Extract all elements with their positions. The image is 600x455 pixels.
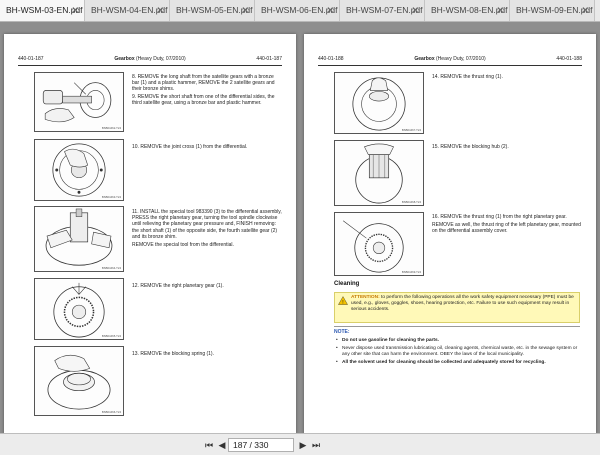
close-icon[interactable]: ✕ bbox=[411, 5, 419, 16]
tab-bh-wsm-06[interactable]: BH-WSM-06-EN.pdf ✕ bbox=[255, 0, 340, 21]
step-8-text: 8. REMOVE the long shaft from the satell… bbox=[132, 74, 275, 107]
pdf-page-right: 440-01-188 Gearbox (Heavy Duty, 07/2010)… bbox=[304, 34, 596, 433]
figure-code: BSB04462-T24 bbox=[101, 126, 121, 130]
last-page-icon[interactable]: ⏭ bbox=[311, 438, 321, 452]
figure-code: BSB04468-T24 bbox=[401, 200, 421, 204]
tab-bh-wsm-08[interactable]: BH-WSM-08-EN.pdf ✕ bbox=[425, 0, 510, 21]
close-icon[interactable]: ✕ bbox=[496, 5, 504, 16]
figure-code: BSB04466-T24 bbox=[101, 410, 121, 414]
figure-blocking-spring: BSB04466-T24 bbox=[34, 346, 124, 416]
svg-text:!: ! bbox=[342, 300, 343, 305]
tab-bh-wsm-09[interactable]: BH-WSM-09-EN.pdf ✕ bbox=[510, 0, 595, 21]
tab-bh-wsm-04[interactable]: BH-WSM-04-EN.pdf ✕ bbox=[85, 0, 170, 21]
figure-special-tool: BSB04464-T24 bbox=[34, 206, 124, 272]
note-label: NOTE: bbox=[334, 329, 350, 335]
page-number-input[interactable]: 187 / 330 bbox=[228, 438, 294, 452]
step-14-text: 14. REMOVE the thrust ring (1). bbox=[432, 74, 503, 80]
note-item: All the solvent used for cleaning should… bbox=[334, 360, 580, 366]
close-icon[interactable]: ✕ bbox=[241, 5, 249, 16]
figure-code: BSB04465-T24 bbox=[101, 334, 121, 338]
figure-thrust-ring: BSB04467-T24 bbox=[334, 72, 424, 134]
document-viewport[interactable]: 440-01-187 Gearbox (Heavy Duty, 07/2010)… bbox=[0, 22, 600, 433]
step-12-text: 12. REMOVE the right planetary gear (1). bbox=[132, 283, 224, 289]
page-header: 440-01-187 Gearbox (Heavy Duty, 07/2010)… bbox=[18, 56, 282, 66]
figure-thrust-ring-planetary: BSB04469-T24 bbox=[334, 212, 424, 276]
step-11-text: 11. INSTALL the special tool 983390 (3) … bbox=[132, 209, 282, 248]
first-page-icon[interactable]: ⏮ bbox=[204, 438, 214, 452]
step-10-text: 10. REMOVE the joint cross (1) from the … bbox=[132, 144, 248, 150]
tab-bh-wsm-05[interactable]: BH-WSM-05-EN.pdf ✕ bbox=[170, 0, 255, 21]
note-item: Do not use gasoline for cleaning the par… bbox=[334, 338, 580, 344]
note-item: Never dispose used transmission lubricat… bbox=[334, 346, 580, 358]
page-number-right: 440-01-187 bbox=[256, 56, 282, 62]
tab-bh-wsm-03[interactable]: BH-WSM-03-EN.pdf ✕ bbox=[0, 0, 85, 21]
tab-bh-wsm-07[interactable]: BH-WSM-07-EN.pdf ✕ bbox=[340, 0, 425, 21]
pdf-viewer-window: BH-WSM-03-EN.pdf ✕ BH-WSM-04-EN.pdf ✕ BH-W… bbox=[0, 0, 600, 455]
attention-box: ! ATTENTION: to perform the following op… bbox=[334, 292, 580, 323]
next-page-icon[interactable]: ▶ bbox=[298, 438, 308, 452]
tab-bar: BH-WSM-03-EN.pdf ✕ BH-WSM-04-EN.pdf ✕ BH-W… bbox=[0, 0, 600, 22]
note-box: NOTE: Do not use gasoline for cleaning t… bbox=[334, 326, 580, 398]
page-header: 440-01-188 Gearbox (Heavy Duty, 07/2010)… bbox=[318, 56, 582, 66]
figure-code: BSB04469-T24 bbox=[401, 270, 421, 274]
previous-page-icon[interactable]: ◀ bbox=[217, 438, 227, 452]
pdf-page-left: 440-01-187 Gearbox (Heavy Duty, 07/2010)… bbox=[4, 34, 296, 433]
note-list: Do not use gasoline for cleaning the par… bbox=[334, 338, 580, 366]
figure-shaft-removal: BSB04462-T24 bbox=[34, 72, 124, 132]
close-icon[interactable]: ✕ bbox=[71, 5, 79, 16]
close-icon[interactable]: ✕ bbox=[156, 5, 164, 16]
close-icon[interactable]: ✕ bbox=[326, 5, 334, 16]
page-number-right: 440-01-188 bbox=[556, 56, 582, 62]
figure-planetary-gear: BSB04465-T24 bbox=[34, 278, 124, 340]
figure-blocking-hub: BSB04468-T24 bbox=[334, 140, 424, 206]
bottom-toolbar: ⏮ ◀ 187 / 330 ▶ ⏭ bbox=[0, 433, 600, 455]
figure-joint-cross: BSB04463-T24 bbox=[34, 139, 124, 201]
step-16-text: 16. REMOVE the thrust ring (1) from the … bbox=[432, 214, 581, 234]
page-header-title: Gearbox (Heavy Duty, 07/2010) bbox=[414, 56, 486, 62]
step-13-text: 13. REMOVE the blocking spring (1). bbox=[132, 351, 214, 357]
close-icon[interactable]: ✕ bbox=[581, 5, 589, 16]
step-15-text: 15. REMOVE the blocking hub (2). bbox=[432, 144, 509, 150]
cleaning-heading: Cleaning bbox=[334, 281, 360, 287]
attention-text: ATTENTION: to perform the following oper… bbox=[351, 295, 574, 312]
page-header-title: Gearbox (Heavy Duty, 07/2010) bbox=[114, 56, 186, 62]
warning-icon: ! bbox=[338, 296, 348, 305]
figure-code: BSB04464-T24 bbox=[101, 266, 121, 270]
figure-code: BSB04463-T24 bbox=[101, 195, 121, 199]
figure-code: BSB04467-T24 bbox=[401, 128, 421, 132]
